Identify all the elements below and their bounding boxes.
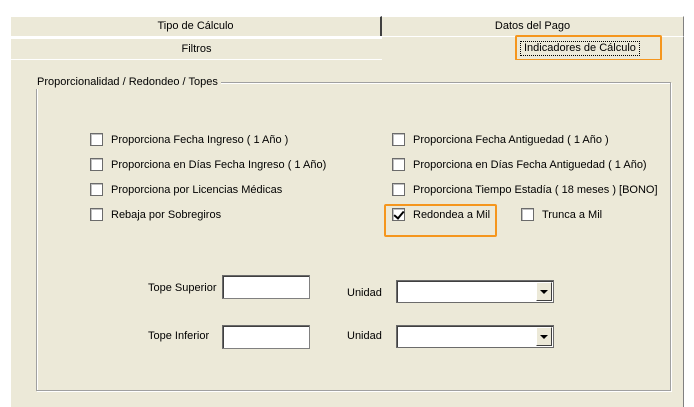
checkbox-proporciona-fecha-ingreso[interactable]: Proporciona Fecha Ingreso ( 1 Año ) — [90, 132, 288, 147]
checkbox-label: Proporciona en Días Fecha Antiguedad ( 1… — [413, 158, 647, 171]
proporcionalidad-group: Proporcionalidad / Redondeo / Topes — [34, 75, 671, 391]
checkbox-redondea-a-mil[interactable]: Redondea a Mil — [392, 207, 490, 222]
tab-filtros[interactable]: Filtros — [10, 38, 382, 60]
tab-tipo-de-calculo-label: Tipo de Cálculo — [157, 20, 234, 32]
checkbox-proporciona-fecha-antiguedad[interactable]: Proporciona Fecha Antiguedad ( 1 Año ) — [392, 132, 609, 147]
tope-inferior-label: Tope Inferior — [148, 330, 210, 342]
checkbox-box[interactable] — [392, 158, 405, 171]
checkbox-box[interactable] — [521, 208, 534, 221]
checkbox-label: Proporciona Tiempo Estadía ( 18 meses ) … — [413, 183, 658, 196]
tope-superior-label: Tope Superior — [148, 282, 217, 294]
checkbox-box[interactable] — [90, 208, 103, 221]
checkbox-label: Proporciona Fecha Antiguedad ( 1 Año ) — [413, 133, 609, 146]
tab-tipo-de-calculo[interactable]: Tipo de Cálculo — [10, 16, 382, 36]
checkbox-box[interactable] — [90, 133, 103, 146]
checkbox-proporciona-dias-fecha-antiguedad[interactable]: Proporciona en Días Fecha Antiguedad ( 1… — [392, 157, 647, 172]
checkbox-label: Redondea a Mil — [413, 208, 491, 221]
group-title: Proporcionalidad / Redondeo / Topes — [34, 75, 221, 89]
chevron-down-icon[interactable] — [536, 327, 552, 346]
tab-indicadores-de-calculo[interactable]: Indicadores de Cálculo — [382, 36, 684, 62]
tab-filtros-label: Filtros — [181, 43, 212, 55]
tope-superior-input[interactable] — [222, 275, 310, 299]
tab-datos-del-pago[interactable]: Datos del Pago — [382, 16, 684, 36]
checkbox-label: Rebaja por Sobregiros — [111, 208, 222, 221]
checkbox-proporciona-licencias-medicas[interactable]: Proporciona por Licencias Médicas — [90, 182, 282, 197]
checkbox-label: Proporciona por Licencias Médicas — [111, 183, 283, 196]
window-frame: Tipo de Cálculo Datos del Pago Filtros I… — [0, 0, 694, 407]
checkbox-box[interactable] — [90, 183, 103, 196]
tab-indicadores-de-calculo-label: Indicadores de Cálculo — [520, 41, 640, 56]
checkbox-label: Trunca a Mil — [542, 208, 603, 221]
checkbox-box[interactable] — [90, 158, 103, 171]
tab-panel: Proporcionalidad / Redondeo / Topes Prop… — [10, 60, 684, 407]
checkbox-box[interactable] — [392, 183, 405, 196]
checkbox-trunca-a-mil[interactable]: Trunca a Mil — [521, 207, 602, 222]
checkbox-box-checked[interactable] — [392, 208, 405, 221]
checkbox-label: Proporciona en Días Fecha Ingreso ( 1 Añ… — [111, 158, 327, 171]
tab-datos-del-pago-label: Datos del Pago — [494, 20, 571, 32]
unidad-superior-label: Unidad — [347, 287, 382, 299]
checkbox-label: Proporciona Fecha Ingreso ( 1 Año ) — [111, 133, 289, 146]
checkbox-rebaja-sobregiros[interactable]: Rebaja por Sobregiros — [90, 207, 221, 222]
checkbox-proporciona-dias-fecha-ingreso[interactable]: Proporciona en Días Fecha Ingreso ( 1 Añ… — [90, 157, 326, 172]
unidad-superior-select[interactable] — [396, 280, 554, 303]
tope-inferior-input[interactable] — [222, 325, 310, 349]
unidad-inferior-select[interactable] — [396, 325, 554, 348]
unidad-inferior-label: Unidad — [347, 330, 382, 342]
checkbox-proporciona-tiempo-estadia[interactable]: Proporciona Tiempo Estadía ( 18 meses ) … — [392, 182, 658, 197]
chevron-down-icon[interactable] — [536, 282, 552, 301]
checkbox-box[interactable] — [392, 133, 405, 146]
